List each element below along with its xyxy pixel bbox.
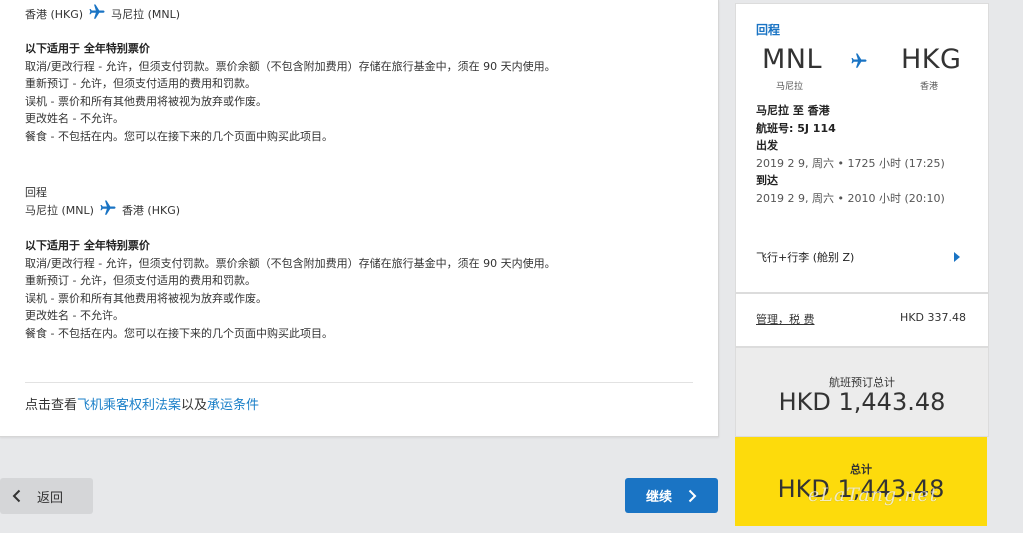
outbound-rule-name-change: 更改姓名 - 不允许。 — [25, 112, 124, 126]
conditions-of-carriage-link[interactable]: 承运条件 — [207, 398, 259, 413]
flight-rules-panel: 香港 (HKG) 马尼拉 (MNL) 以下适用于 全年特别票价 取消/更改行程 … — [0, 0, 719, 437]
passenger-rights-link[interactable]: 飞机乘客权利法案 — [77, 398, 181, 413]
booking-total: 总计 HKD 1,443.48 — [735, 437, 987, 526]
return-destination: 香港 (HKG) — [121, 203, 181, 217]
summary-route: 马尼拉 至 香港 — [756, 104, 830, 117]
summary-depart-label: 出发 — [756, 139, 778, 152]
watermark: eLaTang.net — [808, 484, 939, 506]
airplane-icon — [97, 199, 119, 220]
subtotal-amount: HKD 1,443.48 — [778, 388, 946, 416]
fees-row: 管理，税 费 HKD 337.48 — [735, 293, 989, 347]
return-origin: 马尼拉 (MNL) — [25, 203, 94, 217]
summary-flight-number: 航班号: 5J 114 — [756, 121, 836, 135]
fare-type-toggle[interactable]: 飞行+行李 (舱别 Z) — [756, 249, 854, 265]
booking-subtotal: 航班预订总计 HKD 1,443.48 — [735, 347, 989, 437]
legal-middle: 以及 — [181, 398, 208, 413]
airplane-icon — [86, 3, 108, 24]
return-leg-title: 回程 — [25, 186, 47, 199]
return-rule-meals: 餐食 - 不包括在内。您可以在接下来的几个页面中购买此项目。 — [25, 326, 333, 340]
chevron-left-icon — [12, 489, 21, 503]
outbound-origin: 香港 (HKG) — [25, 7, 84, 21]
summary-destination-code: HKG — [901, 44, 962, 75]
summary-arrive-time: 2019 2 9, 周六 • 2010 小时 (20:10) — [756, 191, 945, 205]
return-rule-cancel: 取消/更改行程 - 允许，但须支付罚款。票价余额（不包含附加费用）存储在旅行基金… — [25, 256, 556, 270]
return-rule-rebook: 重新预订 - 允许，但须支付适用的费用和罚款。 — [25, 274, 256, 288]
return-rules-heading: 以下适用于 全年特别票价 — [25, 239, 150, 252]
summary-arrive-label: 到达 — [756, 174, 778, 187]
continue-button[interactable]: 继续 — [625, 478, 718, 513]
outbound-rule-cancel: 取消/更改行程 - 允许，但须支付罚款。票价余额（不包含附加费用）存储在旅行基金… — [25, 59, 556, 73]
outbound-rules-heading: 以下适用于 全年特别票价 — [25, 42, 150, 55]
fees-amount: HKD 337.48 — [900, 311, 966, 324]
outbound-fare-rules: 以下适用于 全年特别票价 取消/更改行程 - 允许，但须支付罚款。票价余额（不包… — [25, 40, 556, 146]
legal-prefix: 点击查看 — [25, 398, 78, 413]
return-route: 马尼拉 (MNL) 香港 (HKG) — [25, 199, 180, 220]
summary-origin-city: 马尼拉 — [776, 82, 804, 92]
triangle-right-icon[interactable] — [954, 252, 960, 262]
chevron-right-icon — [688, 489, 697, 503]
summary-destination-city: 香港 — [920, 82, 939, 92]
continue-button-label: 继续 — [645, 490, 672, 505]
return-rule-name-change: 更改姓名 - 不允许。 — [25, 309, 124, 323]
outbound-destination: 马尼拉 (MNL) — [111, 7, 181, 21]
divider — [25, 382, 693, 383]
outbound-rule-noshow: 误机 - 票价和所有其他费用将被视为放弃或作废。 — [25, 94, 267, 108]
outbound-route: 香港 (HKG) 马尼拉 (MNL) — [25, 3, 180, 24]
summary-depart-time: 2019 2 9, 周六 • 1725 小时 (17:25) — [756, 156, 945, 170]
outbound-rule-rebook: 重新预订 - 允许，但须支付适用的费用和罚款。 — [25, 77, 256, 91]
airplane-icon — [848, 52, 870, 74]
fees-link[interactable]: 管理，税 费 — [756, 311, 815, 327]
summary-flight-info: 马尼拉 至 香港 航班号: 5J 114 出发 2019 2 9, 周六 • 1… — [756, 102, 945, 207]
legal-notice: 点击查看飞机乘客权利法案以及承运条件 — [25, 394, 259, 413]
back-button[interactable]: 返回 — [0, 478, 93, 514]
back-button-label: 返回 — [37, 490, 64, 506]
summary-leg-title: 回程 — [756, 23, 781, 37]
return-fare-rules: 以下适用于 全年特别票价 取消/更改行程 - 允许，但须支付罚款。票价余额（不包… — [25, 237, 556, 343]
outbound-rule-meals: 餐食 - 不包括在内。您可以在接下来的几个页面中购买此项目。 — [25, 129, 333, 143]
return-rule-noshow: 误机 - 票价和所有其他费用将被视为放弃或作废。 — [25, 291, 267, 305]
summary-origin-code: MNL — [762, 44, 823, 75]
flight-summary-card: 回程 MNL 马尼拉 HKG 香港 马尼拉 至 香港 航班号: 5J 114 出… — [735, 3, 989, 293]
